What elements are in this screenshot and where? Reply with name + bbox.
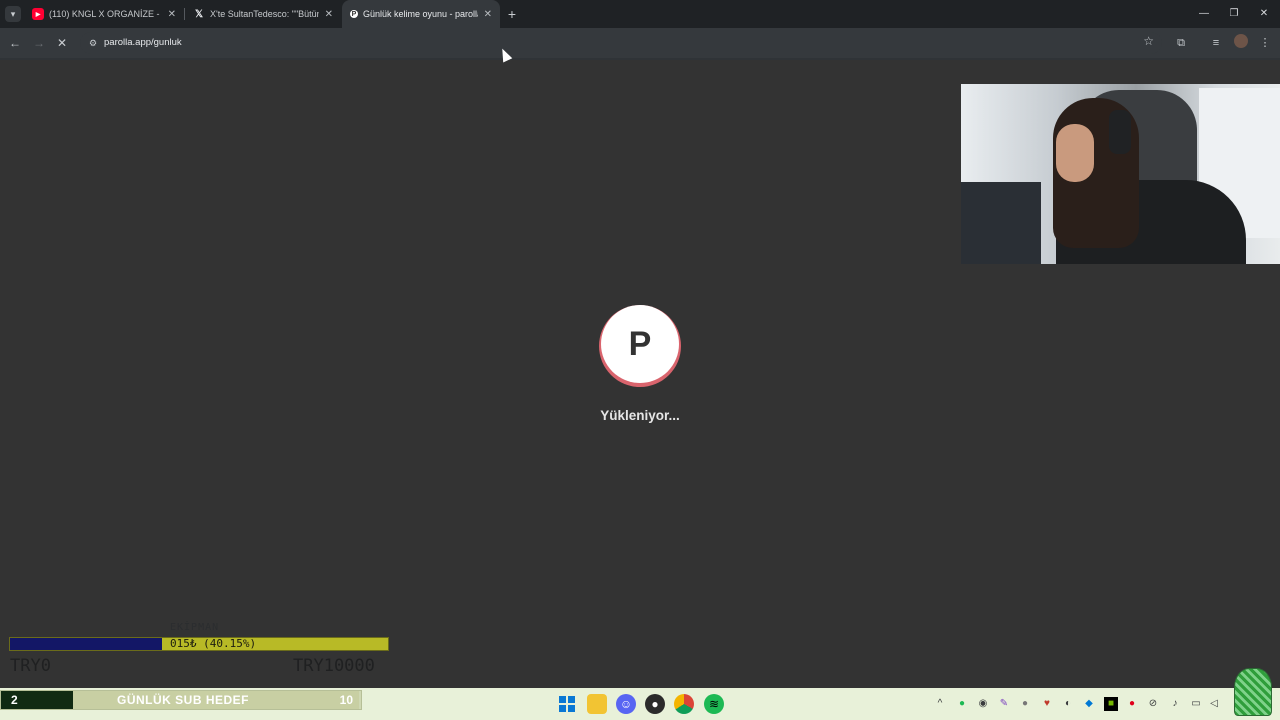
url-text[interactable]: parolla.app/gunluk	[104, 37, 182, 48]
parolla-logo: P	[601, 305, 679, 383]
maximize-button[interactable]: ❐	[1218, 0, 1250, 28]
loading-text: Yükleniyor...	[600, 408, 680, 423]
windows-start-icon[interactable]	[557, 694, 577, 714]
sub-goal-widget: 2 GÜNLÜK SUB HEDEF 10	[0, 690, 362, 710]
sub-goal-label: GÜNLÜK SUB HEDEF	[117, 693, 250, 707]
equipment-goal-progress: 015₺ (40.15%)	[170, 637, 257, 650]
equipment-goal-label: EKİPMAN	[170, 622, 220, 633]
close-icon[interactable]: ✕	[484, 9, 492, 20]
equipment-goal-fill	[10, 638, 162, 650]
tab-youtube[interactable]: ▶ (110) KNGL X ORGANİZE - KAT ✕	[24, 0, 184, 28]
address-bar[interactable]: ⚙ parolla.app/gunluk ☆	[80, 32, 1162, 54]
stop-loading-icon[interactable]: ✕	[53, 34, 71, 52]
tray-hidden-icon[interactable]: ⊘	[1146, 697, 1160, 711]
tray-clock-icon[interactable]: ◐	[1061, 697, 1075, 711]
x-icon: 𝕏	[194, 8, 204, 20]
equipment-goal-min: TRY0	[10, 656, 51, 676]
webcam-feed	[961, 84, 1280, 264]
tab-x[interactable]: 𝕏 X'te SultanTedesco: ""Bütün Fe ✕	[185, 0, 341, 28]
tab-title: Günlük kelime oyunu - parolla	[363, 9, 478, 19]
tab-title: X'te SultanTedesco: ""Bütün Fe	[210, 9, 319, 19]
obs-icon[interactable]: ●	[645, 694, 665, 714]
webcam-person-face	[1056, 124, 1094, 182]
menu-kebab-icon[interactable]: ⋮	[1256, 34, 1274, 52]
tray-volume-icon[interactable]: ◁	[1207, 697, 1221, 711]
tab-parolla[interactable]: P Günlük kelime oyunu - parolla ✕	[342, 0, 500, 28]
close-icon[interactable]: ✕	[168, 9, 176, 20]
media-control-icon[interactable]: ≡	[1207, 34, 1225, 52]
bookmark-star-icon[interactable]: ☆	[1143, 34, 1154, 48]
file-explorer-icon[interactable]	[587, 694, 607, 714]
discord-icon[interactable]: ☺	[616, 694, 636, 714]
webcam-headset	[1109, 110, 1131, 154]
tab-title: (110) KNGL X ORGANİZE - KAT	[49, 9, 162, 19]
equipment-goal-bar: 015₺ (40.15%)	[9, 637, 389, 651]
tray-record-icon[interactable]: ●	[1125, 697, 1139, 711]
profile-avatar[interactable]	[1234, 34, 1248, 48]
tray-app-icon[interactable]: ●	[1018, 697, 1032, 711]
tray-overflow-icon[interactable]: ^	[933, 697, 947, 711]
close-icon[interactable]: ✕	[325, 9, 333, 20]
new-tab-button[interactable]: +	[505, 6, 519, 22]
site-info-icon[interactable]: ⚙	[86, 36, 100, 50]
tray-vpn-icon[interactable]: ♥	[1040, 697, 1054, 711]
forward-arrow-icon[interactable]: →	[30, 34, 48, 52]
tray-nvidia-icon[interactable]: ■	[1104, 697, 1118, 711]
spotify-icon[interactable]: ≋	[704, 694, 724, 714]
tray-network-icon[interactable]: ◆	[1082, 697, 1096, 711]
youtube-icon: ▶	[32, 8, 44, 20]
close-window-button[interactable]: ✕	[1248, 0, 1280, 28]
sub-goal-target: 10	[339, 693, 353, 707]
tray-steam-icon[interactable]: ◉	[976, 697, 990, 711]
tray-display-icon[interactable]: ▭	[1189, 697, 1203, 711]
minimize-button[interactable]: —	[1188, 0, 1220, 28]
extensions-icon[interactable]: ⧉	[1172, 34, 1190, 52]
stream-globe-widget	[1234, 668, 1272, 716]
sub-goal-current: 2	[1, 691, 73, 709]
back-arrow-icon[interactable]: ←	[6, 34, 24, 52]
tray-pen-icon[interactable]: ✎	[997, 697, 1011, 711]
tray-microphone-icon[interactable]: ♪	[1168, 697, 1182, 711]
equipment-goal-max: TRY10000	[293, 656, 375, 676]
webcam-bed	[961, 182, 1041, 264]
tab-search-button[interactable]: ▾	[5, 6, 21, 22]
logo-letter: P	[628, 324, 652, 363]
chrome-icon[interactable]	[674, 694, 694, 714]
tab-strip: ▾ ▶ (110) KNGL X ORGANİZE - KAT ✕ 𝕏 X'te…	[0, 0, 1280, 28]
screen: { "browser": { "tabs": [ {"title": "(110…	[0, 0, 1280, 720]
browser-toolbar: ← → ✕ ⚙ parolla.app/gunluk ☆ ⧉ ≡ ⋮	[0, 28, 1280, 58]
tray-spotify-icon[interactable]: ●	[955, 697, 969, 711]
parolla-icon: P	[350, 10, 358, 18]
